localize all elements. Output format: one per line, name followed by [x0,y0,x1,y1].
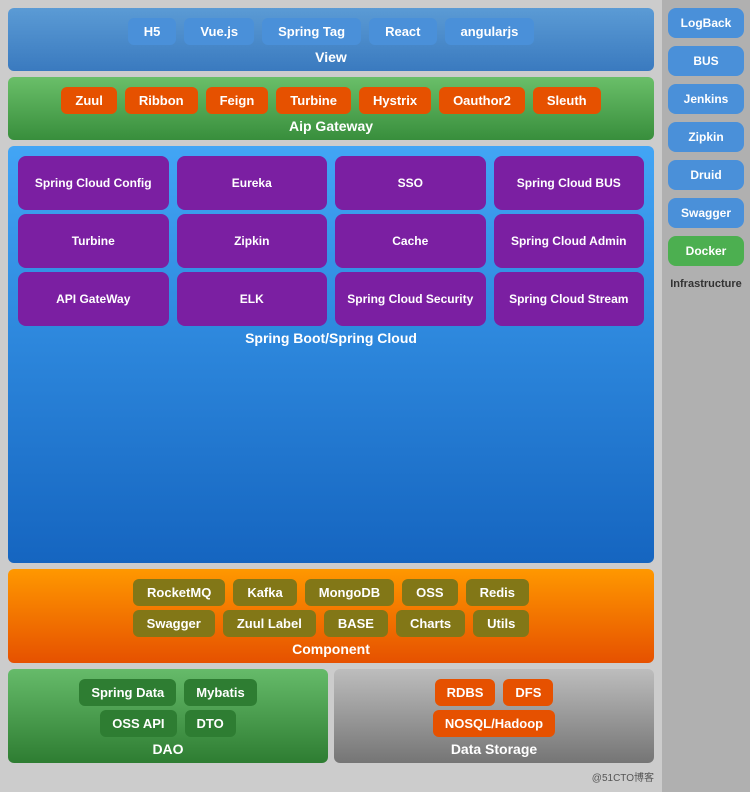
sidebar: LogBack BUS Jenkins Zipkin Druid Swagger… [662,0,750,792]
tag-feign[interactable]: Feign [206,87,269,114]
tag-zuul[interactable]: Zuul [61,87,116,114]
sidebar-item-bus[interactable]: BUS [668,46,744,76]
tag-base[interactable]: BASE [324,610,388,637]
view-label: View [18,49,644,65]
component-section: RocketMQ Kafka MongoDB OSS Redis Swagger… [8,569,654,663]
component-row1: RocketMQ Kafka MongoDB OSS Redis [18,579,644,606]
tag-utils[interactable]: Utils [473,610,529,637]
dao-label: DAO [18,741,318,757]
tag-mybatis[interactable]: Mybatis [184,679,256,706]
component-label: Component [18,641,644,657]
sidebar-item-docker[interactable]: Docker [668,236,744,266]
tag-api-gateway[interactable]: API GateWay [18,272,169,326]
tag-kafka[interactable]: Kafka [233,579,296,606]
sidebar-item-swagger[interactable]: Swagger [668,198,744,228]
watermark: @51CTO博客 [592,769,654,784]
gateway-tags-row: Zuul Ribbon Feign Turbine Hystrix Oautho… [18,87,644,114]
tag-oss-api[interactable]: OSS API [100,710,176,737]
tag-cache[interactable]: Cache [335,214,486,268]
bottom-sections: Spring Data Mybatis OSS API DTO DAO RDBS… [8,669,654,763]
tag-react[interactable]: React [369,18,436,45]
tag-spring-cloud-security[interactable]: Spring Cloud Security [335,272,486,326]
tag-swagger-comp[interactable]: Swagger [133,610,215,637]
datastorage-section: RDBS DFS NOSQL/Hadoop Data Storage [334,669,654,763]
springboot-row2: Turbine Zipkin Cache Spring Cloud Admin [18,214,644,268]
springboot-row3: API GateWay ELK Spring Cloud Security Sp… [18,272,644,326]
tag-ribbon[interactable]: Ribbon [125,87,198,114]
tag-oss[interactable]: OSS [402,579,457,606]
view-tags-row: H5 Vue.js Spring Tag React angularjs [18,18,644,45]
dao-section: Spring Data Mybatis OSS API DTO DAO [8,669,328,763]
storage-row1: RDBS DFS [344,679,644,706]
dao-row1: Spring Data Mybatis [18,679,318,706]
view-section: H5 Vue.js Spring Tag React angularjs Vie… [8,8,654,71]
tag-hystrix[interactable]: Hystrix [359,87,431,114]
springboot-label: Spring Boot/Spring Cloud [18,330,644,346]
component-row2: Swagger Zuul Label BASE Charts Utils [18,610,644,637]
tag-spring-cloud-admin[interactable]: Spring Cloud Admin [494,214,645,268]
gateway-section: Zuul Ribbon Feign Turbine Hystrix Oautho… [8,77,654,140]
tag-redis[interactable]: Redis [466,579,529,606]
tag-dfs[interactable]: DFS [503,679,553,706]
gateway-label: Aip Gateway [18,118,644,134]
dao-row2: OSS API DTO [18,710,318,737]
tag-zipkin-spring[interactable]: Zipkin [177,214,328,268]
tag-spring-data[interactable]: Spring Data [79,679,176,706]
tag-sleuth[interactable]: Sleuth [533,87,601,114]
tag-rocketmq[interactable]: RocketMQ [133,579,225,606]
sidebar-item-jenkins[interactable]: Jenkins [668,84,744,114]
springboot-section: Spring Cloud Config Eureka SSO Spring Cl… [8,146,654,563]
tag-h5[interactable]: H5 [128,18,177,45]
tag-vuejs[interactable]: Vue.js [184,18,254,45]
tag-mongodb[interactable]: MongoDB [305,579,394,606]
sidebar-item-druid[interactable]: Druid [668,160,744,190]
tag-oauthor2[interactable]: Oauthor2 [439,87,525,114]
tag-nosql-hadoop[interactable]: NOSQL/Hadoop [433,710,555,737]
tag-rdbs[interactable]: RDBS [435,679,496,706]
datastorage-label: Data Storage [344,741,644,757]
sidebar-item-zipkin[interactable]: Zipkin [668,122,744,152]
springboot-row1: Spring Cloud Config Eureka SSO Spring Cl… [18,156,644,210]
tag-dto[interactable]: DTO [185,710,236,737]
tag-eureka[interactable]: Eureka [177,156,328,210]
tag-sso[interactable]: SSO [335,156,486,210]
sidebar-item-infrastructure: Infrastructure [670,278,742,290]
tag-spring-cloud-stream[interactable]: Spring Cloud Stream [494,272,645,326]
tag-charts[interactable]: Charts [396,610,465,637]
tag-spring-cloud-bus[interactable]: Spring Cloud BUS [494,156,645,210]
main-content: H5 Vue.js Spring Tag React angularjs Vie… [0,0,662,792]
sidebar-item-logback[interactable]: LogBack [668,8,744,38]
tag-spring-tag[interactable]: Spring Tag [262,18,361,45]
tag-zuul-label[interactable]: Zuul Label [223,610,316,637]
tag-turbine-spring[interactable]: Turbine [18,214,169,268]
tag-spring-cloud-config[interactable]: Spring Cloud Config [18,156,169,210]
tag-turbine[interactable]: Turbine [276,87,351,114]
tag-elk[interactable]: ELK [177,272,328,326]
storage-row2: NOSQL/Hadoop [344,710,644,737]
tag-angularjs[interactable]: angularjs [445,18,535,45]
